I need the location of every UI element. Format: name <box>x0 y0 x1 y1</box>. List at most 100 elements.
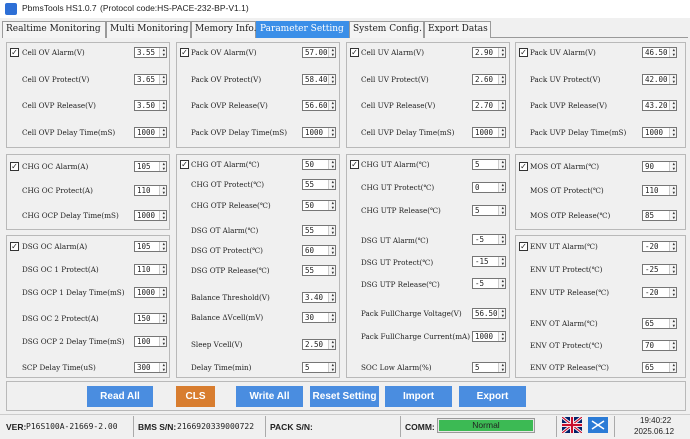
spin-down-icon[interactable]: ▼ <box>502 284 504 288</box>
dsg-oc2-protect-input[interactable]: 150 ▲ ▼ <box>134 313 167 324</box>
spin-down-icon[interactable]: ▼ <box>163 80 165 84</box>
spin-down-icon[interactable]: ▼ <box>163 247 165 251</box>
spin-down-icon[interactable]: ▼ <box>673 324 675 328</box>
spin-down-icon[interactable]: ▼ <box>673 133 675 137</box>
spin-down-icon[interactable]: ▼ <box>673 191 675 195</box>
spin-down-icon[interactable]: ▼ <box>163 216 165 220</box>
dsg-utp-release-input[interactable]: -5 ▲ ▼ <box>472 278 506 289</box>
mos-ot-checkbox[interactable]: ✓ <box>519 162 528 171</box>
tab-parameter-setting[interactable]: Parameter Setting <box>256 21 349 38</box>
spin-down-icon[interactable]: ▼ <box>332 206 334 210</box>
spin-down-icon[interactable]: ▼ <box>673 167 675 171</box>
spin-down-icon[interactable]: ▼ <box>332 106 334 110</box>
env-ot-alarm-input[interactable]: 65 ▲ ▼ <box>642 318 677 329</box>
tab-multi-monitoring[interactable]: Multi Monitoring <box>106 21 191 38</box>
cell-ovp-release-input[interactable]: 3.50 ▲ ▼ <box>134 100 167 111</box>
cell-uvp-release-input[interactable]: 2.70 ▲ ▼ <box>472 100 506 111</box>
spin-down-icon[interactable]: ▼ <box>502 165 504 169</box>
spin-down-icon[interactable]: ▼ <box>673 293 675 297</box>
spin-down-icon[interactable]: ▼ <box>332 345 334 349</box>
pack-ov-alarm-input[interactable]: 57.00 ▲ ▼ <box>302 47 336 58</box>
export-button[interactable]: Export <box>459 386 526 407</box>
spin-down-icon[interactable]: ▼ <box>673 346 675 350</box>
mos-ot-protect-input[interactable]: 110 ▲ ▼ <box>642 185 677 196</box>
chg-ut-alarm-input[interactable]: 5 ▲ ▼ <box>472 159 506 170</box>
spin-down-icon[interactable]: ▼ <box>502 106 504 110</box>
spin-down-icon[interactable]: ▼ <box>163 133 165 137</box>
balance-dvcell-input[interactable]: 30 ▲ ▼ <box>302 312 336 323</box>
mos-otp-release-input[interactable]: 85 ▲ ▼ <box>642 210 677 221</box>
cell-ov-protect-input[interactable]: 3.65 ▲ ▼ <box>134 74 167 85</box>
read-all-button[interactable]: Read All <box>87 386 153 407</box>
dsg-otp-release-input[interactable]: 55 ▲ ▼ <box>302 265 336 276</box>
spin-down-icon[interactable]: ▼ <box>332 251 334 255</box>
chg-utp-release-input[interactable]: 5 ▲ ▼ <box>472 205 506 216</box>
tab-export-datas[interactable]: Export Datas <box>424 21 491 38</box>
cell-uv-protect-input[interactable]: 2.60 ▲ ▼ <box>472 74 506 85</box>
spin-down-icon[interactable]: ▼ <box>332 53 334 57</box>
spin-down-icon[interactable]: ▼ <box>502 314 504 318</box>
soc-low-alarm-input[interactable]: 5 ▲ ▼ <box>472 362 506 373</box>
chg-otp-release-input[interactable]: 50 ▲ ▼ <box>302 200 336 211</box>
chg-oc-alarm-input[interactable]: 105 ▲ ▼ <box>134 161 167 172</box>
spin-down-icon[interactable]: ▼ <box>673 247 675 251</box>
spin-down-icon[interactable]: ▼ <box>163 167 165 171</box>
delay-time-input[interactable]: 5 ▲ ▼ <box>302 362 336 373</box>
balance-threshold-input[interactable]: 3.40 ▲ ▼ <box>302 292 336 303</box>
pack-ovp-release-input[interactable]: 56.60 ▲ ▼ <box>302 100 336 111</box>
spin-down-icon[interactable]: ▼ <box>332 271 334 275</box>
dsg-ot-protect-input[interactable]: 60 ▲ ▼ <box>302 245 336 256</box>
spin-down-icon[interactable]: ▼ <box>332 368 334 372</box>
tab-realtime-monitoring[interactable]: Realtime Monitoring <box>2 21 106 38</box>
language-switch-icon[interactable] <box>588 417 608 433</box>
import-button[interactable]: Import <box>385 386 452 407</box>
spin-down-icon[interactable]: ▼ <box>673 80 675 84</box>
cls-button[interactable]: CLS <box>176 386 215 407</box>
cell-ov-alarm-input[interactable]: 3.55 ▲ ▼ <box>134 47 167 58</box>
chg-ot-protect-input[interactable]: 55 ▲ ▼ <box>302 179 336 190</box>
env-ot-protect-input[interactable]: 70 ▲ ▼ <box>642 340 677 351</box>
dsg-ot-alarm-input[interactable]: 55 ▲ ▼ <box>302 225 336 236</box>
spin-down-icon[interactable]: ▼ <box>332 231 334 235</box>
pack-ovp-delay-input[interactable]: 1000 ▲ ▼ <box>302 127 336 138</box>
spin-down-icon[interactable]: ▼ <box>332 298 334 302</box>
reset-setting-button[interactable]: Reset Setting <box>310 386 379 407</box>
spin-down-icon[interactable]: ▼ <box>673 270 675 274</box>
cell-ovp-delay-input[interactable]: 1000 ▲ ▼ <box>134 127 167 138</box>
spin-down-icon[interactable]: ▼ <box>163 342 165 346</box>
spin-down-icon[interactable]: ▼ <box>332 133 334 137</box>
spin-down-icon[interactable]: ▼ <box>502 80 504 84</box>
spin-down-icon[interactable]: ▼ <box>502 262 504 266</box>
cell-ov-checkbox[interactable]: ✓ <box>10 48 19 57</box>
spin-down-icon[interactable]: ▼ <box>163 53 165 57</box>
spin-down-icon[interactable]: ▼ <box>163 191 165 195</box>
chg-ocp-delay-input[interactable]: 1000 ▲ ▼ <box>134 210 167 221</box>
env-checkbox[interactable]: ✓ <box>519 242 528 251</box>
pack-ov-protect-input[interactable]: 58.40 ▲ ▼ <box>302 74 336 85</box>
pack-ov-checkbox[interactable]: ✓ <box>180 48 189 57</box>
dsg-oc-alarm-input[interactable]: 105 ▲ ▼ <box>134 241 167 252</box>
spin-down-icon[interactable]: ▼ <box>502 368 504 372</box>
pack-uvp-delay-input[interactable]: 1000 ▲ ▼ <box>642 127 677 138</box>
spin-down-icon[interactable]: ▼ <box>502 133 504 137</box>
chg-ut-protect-input[interactable]: 0 ▲ ▼ <box>472 182 506 193</box>
spin-down-icon[interactable]: ▼ <box>332 165 334 169</box>
spin-down-icon[interactable]: ▼ <box>163 293 165 297</box>
pack-uv-protect-input[interactable]: 42.00 ▲ ▼ <box>642 74 677 85</box>
spin-down-icon[interactable]: ▼ <box>502 240 504 244</box>
english-flag-icon[interactable] <box>562 417 582 433</box>
mos-ot-alarm-input[interactable]: 90 ▲ ▼ <box>642 161 677 172</box>
chg-oc-checkbox[interactable]: ✓ <box>10 162 19 171</box>
tab-system-config[interactable]: System Config. <box>349 21 424 38</box>
chg-oc-protect-input[interactable]: 110 ▲ ▼ <box>134 185 167 196</box>
chg-ot-alarm-input[interactable]: 50 ▲ ▼ <box>302 159 336 170</box>
write-all-button[interactable]: Write All <box>236 386 303 407</box>
chg-ut-checkbox[interactable]: ✓ <box>350 160 359 169</box>
spin-down-icon[interactable]: ▼ <box>502 337 504 341</box>
spin-down-icon[interactable]: ▼ <box>673 106 675 110</box>
env-otp-release-input[interactable]: 65 ▲ ▼ <box>642 362 677 373</box>
pack-fullcharge-current-input[interactable]: 1000 ▲ ▼ <box>472 331 506 342</box>
spin-down-icon[interactable]: ▼ <box>673 53 675 57</box>
spin-down-icon[interactable]: ▼ <box>673 368 675 372</box>
spin-down-icon[interactable]: ▼ <box>163 106 165 110</box>
